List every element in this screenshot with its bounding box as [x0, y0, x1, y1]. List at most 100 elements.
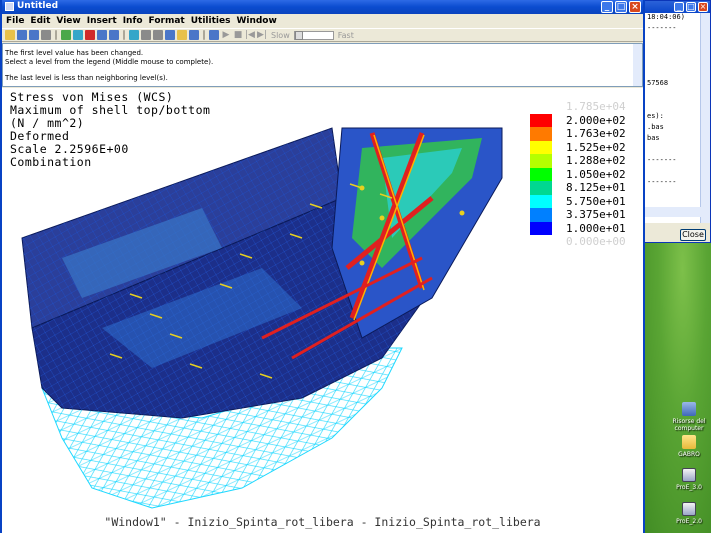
legend-level[interactable]: 1.763e+02	[530, 127, 640, 141]
rewind-icon[interactable]: |◀	[245, 30, 255, 40]
toolbar-separator	[203, 30, 205, 40]
delete-icon[interactable]	[85, 30, 95, 40]
legend-level[interactable]: 8.125e+01	[530, 181, 640, 195]
message-area[interactable]: The first level value has been changed. …	[2, 43, 643, 87]
legend-level[interactable]: 1.050e+02	[530, 167, 640, 181]
legend-swatch[interactable]	[530, 113, 552, 127]
desktop-icon-label: ProE_2.0	[676, 518, 702, 525]
desktop-icon-computer[interactable]: Risorse del computer	[667, 402, 711, 432]
legend-value: 3.375e+01	[566, 208, 626, 221]
output-line: -------	[647, 24, 677, 32]
print-icon[interactable]	[41, 30, 51, 40]
menu-format[interactable]: Format	[149, 16, 185, 26]
menu-view[interactable]: View	[56, 16, 80, 26]
output-line: .bas	[647, 123, 664, 131]
legend-swatch[interactable]	[530, 194, 552, 208]
program-icon	[682, 502, 696, 516]
minimize-icon[interactable]: _	[674, 2, 684, 12]
output-line: 18:04:06)	[647, 13, 685, 21]
speed-slider-thumb[interactable]	[294, 30, 303, 40]
legend-level[interactable]: 2.000e+02	[530, 113, 640, 127]
legend-level[interactable]: 1.288e+02	[530, 154, 640, 168]
app-icon	[5, 2, 14, 11]
zoom-in-icon[interactable]	[141, 30, 151, 40]
close-icon[interactable]: ×	[698, 2, 708, 12]
output-line: -------	[647, 178, 677, 186]
layout-icon[interactable]	[97, 30, 107, 40]
output-line: 57568	[647, 79, 669, 87]
toolbar: ▶ ■ |◀ ▶| Slow Fast	[2, 28, 643, 42]
message-scrollbar[interactable]	[633, 44, 642, 86]
forward-icon[interactable]: ▶|	[257, 30, 267, 40]
animation-icon[interactable]	[209, 30, 219, 40]
viewport-footer: "Window1" - Inizio_Spinta_rot_libera - I…	[104, 515, 541, 529]
save-icon[interactable]	[17, 30, 27, 40]
legend-value: 1.288e+02	[566, 154, 626, 167]
desktop-icon-folder[interactable]: GABRO	[667, 435, 711, 458]
minimize-button[interactable]: _	[601, 1, 613, 13]
legend-swatch[interactable]	[530, 127, 552, 141]
legend-swatch[interactable]	[530, 154, 552, 168]
speed-slider[interactable]	[293, 30, 334, 40]
program-icon	[682, 468, 696, 482]
message-line: The last level is less than neighboring …	[5, 74, 168, 82]
desktop-icon-label: Risorse del computer	[672, 418, 706, 432]
menu-info[interactable]: Info	[123, 16, 143, 26]
legend-level[interactable]: 1.525e+02	[530, 140, 640, 154]
legend-level[interactable]: 0.000e+00	[530, 235, 640, 249]
menu-utilities[interactable]: Utilities	[191, 16, 231, 26]
maximize-button[interactable]: □	[615, 1, 627, 13]
menu-edit[interactable]: Edit	[30, 16, 50, 26]
stop-icon[interactable]: ■	[233, 30, 243, 40]
background-horizontal-scrollbar[interactable]	[645, 207, 701, 217]
graphics-viewport[interactable]: Stress von Mises (WCS) Maximum of shell …	[2, 88, 643, 533]
refit-icon[interactable]	[129, 30, 139, 40]
copy-icon[interactable]	[61, 30, 71, 40]
desktop-icon-label: ProE_3.0	[676, 484, 702, 491]
legend-level[interactable]: 1.785e+04	[530, 100, 640, 114]
play-icon[interactable]: ▶	[221, 30, 231, 40]
legend-value: 1.763e+02	[566, 127, 626, 140]
desktop-icon-proe3[interactable]: ProE_3.0	[667, 468, 711, 491]
output-line: -------	[647, 156, 677, 164]
legend-swatch[interactable]	[530, 208, 552, 222]
menu-file[interactable]: File	[6, 16, 24, 26]
legend-value: 1.785e+04	[566, 100, 626, 113]
legend-level[interactable]: 3.375e+01	[530, 208, 640, 222]
save-all-icon[interactable]	[29, 30, 39, 40]
app-window: Untitled _ □ × File Edit View Insert Inf…	[0, 0, 645, 533]
layout-2-icon[interactable]	[109, 30, 119, 40]
legend-level[interactable]: 1.000e+01	[530, 221, 640, 235]
menu-window[interactable]: Window	[236, 16, 276, 26]
menu-bar: File Edit View Insert Info Format Utilit…	[2, 14, 643, 27]
legend-level[interactable]: 5.750e+01	[530, 194, 640, 208]
open-icon[interactable]	[5, 30, 15, 40]
background-output-text[interactable]: 18:04:06) ------- 57568 es): .bas bas ------- -…	[645, 13, 701, 223]
legend-swatch[interactable]	[530, 181, 552, 195]
toolbar-separator	[55, 30, 57, 40]
legend-value: 5.750e+01	[566, 194, 626, 208]
zoom-out-icon[interactable]	[153, 30, 163, 40]
maximize-icon[interactable]: □	[686, 2, 696, 12]
orient-icon[interactable]	[189, 30, 199, 40]
slider-slow-label: Slow	[271, 30, 290, 40]
desktop-icon-proe2[interactable]: ProE_2.0	[667, 502, 711, 525]
window-titlebar[interactable]: Untitled _ □ ×	[2, 0, 643, 14]
slider-fast-label: Fast	[337, 30, 354, 40]
zoom-window-icon[interactable]	[165, 30, 175, 40]
close-button[interactable]: Close	[680, 229, 706, 241]
legend-swatch[interactable]	[530, 221, 552, 235]
computer-icon	[682, 402, 696, 416]
paste-icon[interactable]	[73, 30, 83, 40]
legend-swatch[interactable]	[530, 167, 552, 181]
background-vertical-scrollbar[interactable]	[700, 13, 710, 223]
menu-insert[interactable]: Insert	[87, 16, 117, 26]
close-button[interactable]: ×	[629, 1, 641, 13]
legend-swatch[interactable]	[530, 140, 552, 154]
spin-icon[interactable]	[177, 30, 187, 40]
